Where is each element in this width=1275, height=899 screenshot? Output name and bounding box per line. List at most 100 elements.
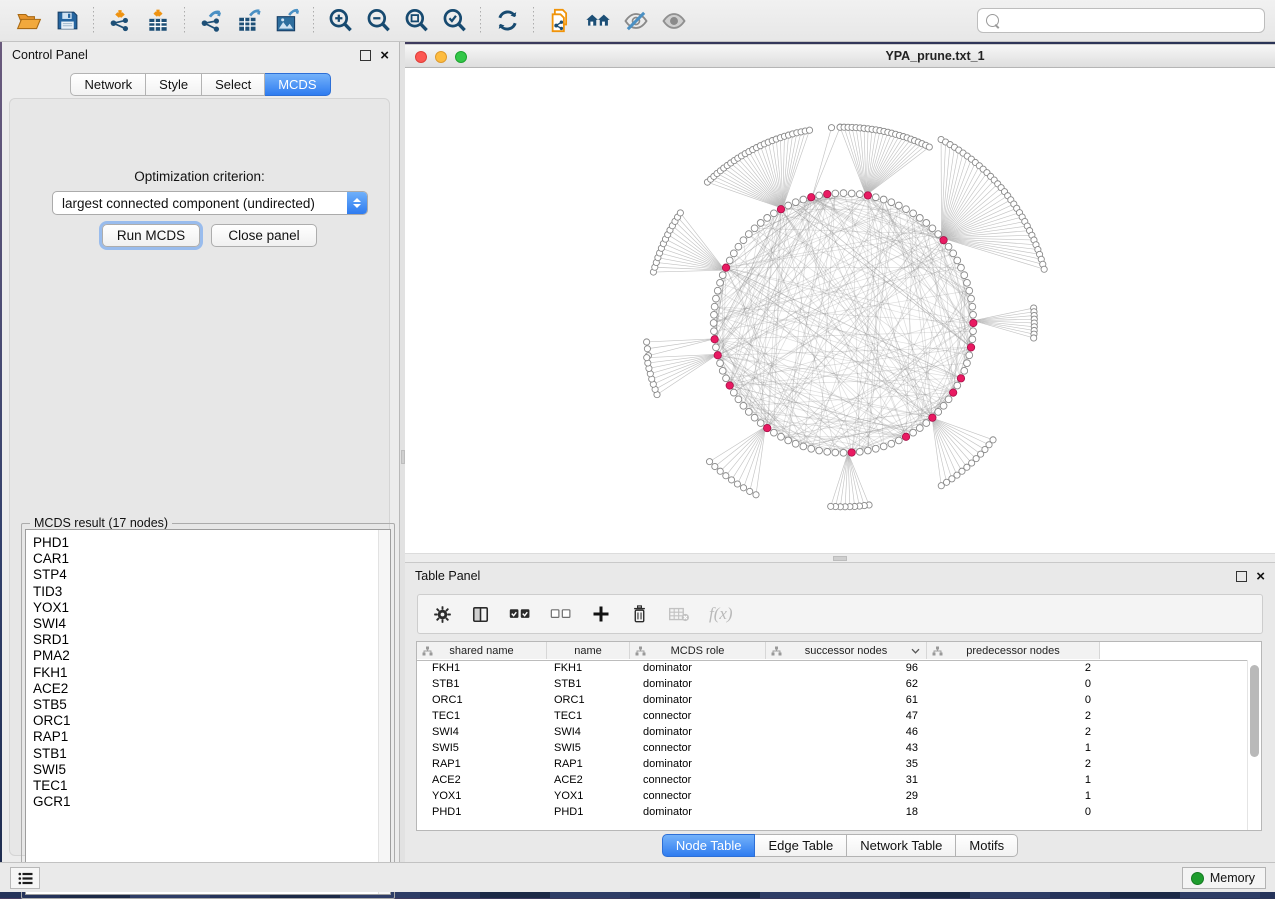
table-row[interactable]: PHD1PHD1dominator180 bbox=[417, 804, 1248, 820]
table-cell[interactable]: SWI4 bbox=[547, 726, 630, 738]
tab-select[interactable]: Select bbox=[202, 73, 265, 96]
export-image-button[interactable] bbox=[268, 3, 306, 39]
show-columns-icon[interactable] bbox=[471, 605, 490, 624]
table-cell[interactable]: 47 bbox=[766, 710, 927, 722]
list-item[interactable]: STB5 bbox=[26, 697, 378, 713]
column-header-predecessor-nodes[interactable]: predecessor nodes bbox=[927, 642, 1100, 659]
table-cell[interactable]: RAP1 bbox=[417, 758, 547, 770]
column-header-successor-nodes[interactable]: successor nodes bbox=[766, 642, 927, 659]
list-item[interactable]: FKH1 bbox=[26, 665, 378, 681]
table-cell[interactable]: 35 bbox=[766, 758, 927, 770]
table-cell[interactable]: 62 bbox=[766, 678, 927, 690]
table-cell[interactable]: 43 bbox=[766, 742, 927, 754]
table-row[interactable]: RAP1RAP1dominator352 bbox=[417, 756, 1248, 772]
zoom-fit-button[interactable] bbox=[397, 3, 435, 39]
table-cell[interactable]: ORC1 bbox=[547, 694, 630, 706]
memory-button[interactable]: Memory bbox=[1182, 867, 1266, 889]
table-row[interactable]: YOX1YOX1connector291 bbox=[417, 788, 1248, 804]
table-cell[interactable]: STB1 bbox=[547, 678, 630, 690]
table-cell[interactable]: 2 bbox=[927, 662, 1100, 674]
table-cell[interactable]: connector bbox=[630, 742, 766, 754]
table-cell[interactable]: 0 bbox=[927, 806, 1100, 818]
zoom-in-button[interactable] bbox=[321, 3, 359, 39]
share-document-button[interactable] bbox=[541, 3, 579, 39]
table-cell[interactable]: connector bbox=[630, 710, 766, 722]
list-scrollbar[interactable] bbox=[378, 530, 390, 894]
table-cell[interactable]: SWI4 bbox=[417, 726, 547, 738]
list-item[interactable]: GCR1 bbox=[26, 794, 378, 810]
deselect-all-icon[interactable] bbox=[550, 606, 572, 622]
show-all-button[interactable] bbox=[655, 3, 693, 39]
list-item[interactable]: TEC1 bbox=[26, 778, 378, 794]
network-canvas[interactable] bbox=[405, 68, 1275, 553]
table-row[interactable]: FKH1FKH1dominator962 bbox=[417, 660, 1248, 676]
table-cell[interactable]: PHD1 bbox=[547, 806, 630, 818]
table-cell[interactable]: 0 bbox=[927, 694, 1100, 706]
import-table-button[interactable] bbox=[139, 3, 177, 39]
table-cell[interactable]: 18 bbox=[766, 806, 927, 818]
table-cell[interactable]: 61 bbox=[766, 694, 927, 706]
table-row[interactable]: ORC1ORC1dominator610 bbox=[417, 692, 1248, 708]
first-neighbors-button[interactable] bbox=[579, 3, 617, 39]
list-item[interactable]: SRD1 bbox=[26, 632, 378, 648]
list-item[interactable]: PHD1 bbox=[26, 535, 378, 551]
network-window-titlebar[interactable]: YPA_prune.txt_1 bbox=[405, 44, 1275, 68]
table-cell[interactable]: ACE2 bbox=[417, 774, 547, 786]
table-cell[interactable]: ACE2 bbox=[547, 774, 630, 786]
hide-selected-button[interactable] bbox=[617, 3, 655, 39]
table-row[interactable]: TEC1TEC1connector472 bbox=[417, 708, 1248, 724]
mcds-result-list[interactable]: PHD1CAR1STP4TID3YOX1SWI4SRD1PMA2FKH1ACE2… bbox=[25, 529, 391, 895]
table-mode-gear-icon[interactable] bbox=[433, 605, 452, 624]
table-row[interactable]: ACE2ACE2connector311 bbox=[417, 772, 1248, 788]
table-cell[interactable]: dominator bbox=[630, 662, 766, 674]
table-cell[interactable]: YOX1 bbox=[547, 790, 630, 802]
table-cell[interactable]: PHD1 bbox=[417, 806, 547, 818]
table-cell[interactable]: connector bbox=[630, 790, 766, 802]
table-cell[interactable]: 2 bbox=[927, 710, 1100, 722]
run-mcds-button[interactable]: Run MCDS bbox=[102, 224, 200, 247]
table-cell[interactable]: ORC1 bbox=[417, 694, 547, 706]
save-session-button[interactable] bbox=[48, 3, 86, 39]
table-cell[interactable]: TEC1 bbox=[547, 710, 630, 722]
tab-network[interactable]: Network bbox=[70, 73, 146, 96]
table-cell[interactable]: dominator bbox=[630, 726, 766, 738]
list-item[interactable]: ORC1 bbox=[26, 713, 378, 729]
table-cell[interactable]: 0 bbox=[927, 678, 1100, 690]
close-panel-button[interactable]: Close panel bbox=[211, 224, 317, 247]
table-cell[interactable]: STB1 bbox=[417, 678, 547, 690]
table-cell[interactable]: 29 bbox=[766, 790, 927, 802]
list-item[interactable]: CAR1 bbox=[26, 551, 378, 567]
table-cell[interactable]: TEC1 bbox=[417, 710, 547, 722]
splitter-handle[interactable] bbox=[833, 556, 847, 561]
table-cell[interactable]: dominator bbox=[630, 678, 766, 690]
table-cell[interactable]: 2 bbox=[927, 726, 1100, 738]
tab-node-table[interactable]: Node Table bbox=[662, 834, 756, 857]
scrollbar-thumb[interactable] bbox=[1250, 665, 1259, 757]
export-network-button[interactable] bbox=[192, 3, 230, 39]
column-header-MCDS-role[interactable]: MCDS role bbox=[630, 642, 766, 659]
list-item[interactable]: TID3 bbox=[26, 584, 378, 600]
table-cell[interactable]: 1 bbox=[927, 774, 1100, 786]
list-item[interactable]: SWI4 bbox=[26, 616, 378, 632]
delete-column-trash-icon[interactable] bbox=[630, 604, 649, 624]
open-file-button[interactable] bbox=[10, 3, 48, 39]
column-header-shared-name[interactable]: shared name bbox=[417, 642, 547, 659]
tab-edge-table[interactable]: Edge Table bbox=[755, 834, 847, 857]
list-item[interactable]: ACE2 bbox=[26, 681, 378, 697]
export-table-button[interactable] bbox=[230, 3, 268, 39]
column-header-name[interactable]: name bbox=[547, 642, 630, 659]
refresh-network-button[interactable] bbox=[488, 3, 526, 39]
table-row[interactable]: SWI5SWI5connector431 bbox=[417, 740, 1248, 756]
table-cell[interactable]: 96 bbox=[766, 662, 927, 674]
table-cell[interactable]: 46 bbox=[766, 726, 927, 738]
list-item[interactable]: YOX1 bbox=[26, 600, 378, 616]
table-row[interactable]: STB1STB1dominator620 bbox=[417, 676, 1248, 692]
table-cell[interactable]: SWI5 bbox=[547, 742, 630, 754]
table-row[interactable]: SWI4SWI4dominator462 bbox=[417, 724, 1248, 740]
network-graph[interactable] bbox=[405, 68, 1275, 553]
table-cell[interactable]: 31 bbox=[766, 774, 927, 786]
table-cell[interactable]: dominator bbox=[630, 758, 766, 770]
list-item[interactable]: STP4 bbox=[26, 567, 378, 583]
tab-motifs[interactable]: Motifs bbox=[956, 834, 1018, 857]
table-cell[interactable]: 1 bbox=[927, 742, 1100, 754]
